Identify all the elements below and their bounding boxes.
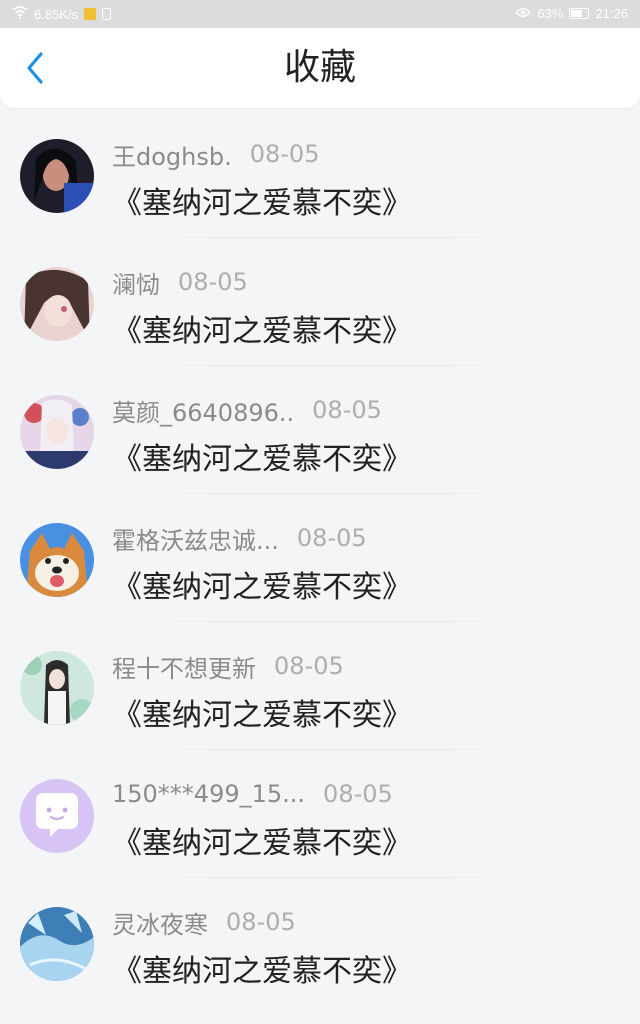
battery-percent: 63%	[537, 6, 564, 21]
date: 08-05	[274, 652, 344, 680]
name-row: 灵冰夜寒 08-05	[112, 905, 296, 940]
name-row: 程十不想更新 08-05	[112, 649, 344, 684]
net-speed: 6.85K/s	[34, 6, 79, 22]
favorite-title[interactable]: 《塞纳河之爱慕不奕》	[112, 818, 412, 862]
status-bar: 6.85K/s 63% 21:26	[0, 0, 640, 28]
date: 08-05	[296, 524, 367, 552]
user-name[interactable]: 灵冰夜寒	[112, 905, 208, 940]
status-right: 63% 21:26	[515, 6, 628, 21]
name-row: 澜恸 08-05	[112, 265, 248, 300]
list-item[interactable]: 王doghsb. 08-05 《塞纳河之爱慕不奕》	[0, 110, 640, 238]
user-name[interactable]: 150***499_15...	[112, 780, 305, 808]
app-notification-icon	[84, 8, 97, 20]
page-title: 收藏	[283, 47, 356, 88]
avatar[interactable]	[20, 779, 94, 853]
avatar[interactable]	[20, 267, 94, 341]
avatar[interactable]	[20, 395, 94, 469]
status-left: 6.85K/s	[12, 6, 112, 22]
user-name[interactable]: 霍格沃兹忠诚...	[112, 521, 279, 556]
user-name[interactable]: 程十不想更新	[112, 649, 256, 684]
list-item[interactable]: 霍格沃兹忠诚... 08-05 《塞纳河之爱慕不奕》	[0, 494, 640, 622]
list-item[interactable]: 灵冰夜寒 08-05 《塞纳河之爱慕不奕》	[0, 878, 640, 1006]
user-name[interactable]: 莫颜_6640896..	[112, 393, 294, 428]
favorite-title[interactable]: 《塞纳河之爱慕不奕》	[112, 562, 412, 606]
date: 08-05	[178, 268, 248, 296]
avatar[interactable]	[20, 651, 94, 725]
list-item[interactable]: 150***499_15... 08-05 《塞纳河之爱慕不奕》	[0, 750, 640, 878]
battery-icon	[569, 8, 590, 19]
sim-icon	[102, 8, 112, 20]
list-item[interactable]: 莫颜_6640896.. 08-05 《塞纳河之爱慕不奕》	[0, 366, 640, 494]
clock: 21:26	[595, 6, 628, 21]
wifi-icon	[12, 6, 28, 22]
avatar[interactable]	[20, 139, 94, 213]
date: 08-05	[226, 908, 296, 936]
avatar[interactable]	[20, 907, 94, 981]
user-name[interactable]: 王doghsb.	[112, 137, 232, 172]
date: 08-05	[323, 780, 393, 808]
date: 08-05	[249, 140, 320, 168]
user-name[interactable]: 澜恸	[112, 265, 160, 300]
favorite-title[interactable]: 《塞纳河之爱慕不奕》	[112, 690, 412, 734]
avatar[interactable]	[20, 523, 94, 597]
date: 08-05	[312, 396, 382, 424]
favorites-list: 王doghsb. 08-05 《塞纳河之爱慕不奕》 澜恸 08-05 《塞纳河之…	[0, 110, 640, 1006]
name-row: 150***499_15... 08-05	[112, 778, 393, 810]
eye-icon	[515, 6, 532, 21]
name-row: 莫颜_6640896.. 08-05	[112, 393, 382, 428]
name-row: 霍格沃兹忠诚... 08-05	[112, 521, 367, 556]
header-bar: 收藏	[0, 28, 640, 108]
list-item[interactable]: 澜恸 08-05 《塞纳河之爱慕不奕》	[0, 238, 640, 366]
favorite-title[interactable]: 《塞纳河之爱慕不奕》	[112, 946, 412, 990]
list-item[interactable]: 程十不想更新 08-05 《塞纳河之爱慕不奕》	[0, 622, 640, 750]
favorite-title[interactable]: 《塞纳河之爱慕不奕》	[112, 178, 412, 222]
favorite-title[interactable]: 《塞纳河之爱慕不奕》	[112, 306, 412, 350]
favorite-title[interactable]: 《塞纳河之爱慕不奕》	[112, 434, 412, 478]
name-row: 王doghsb. 08-05	[112, 137, 320, 172]
